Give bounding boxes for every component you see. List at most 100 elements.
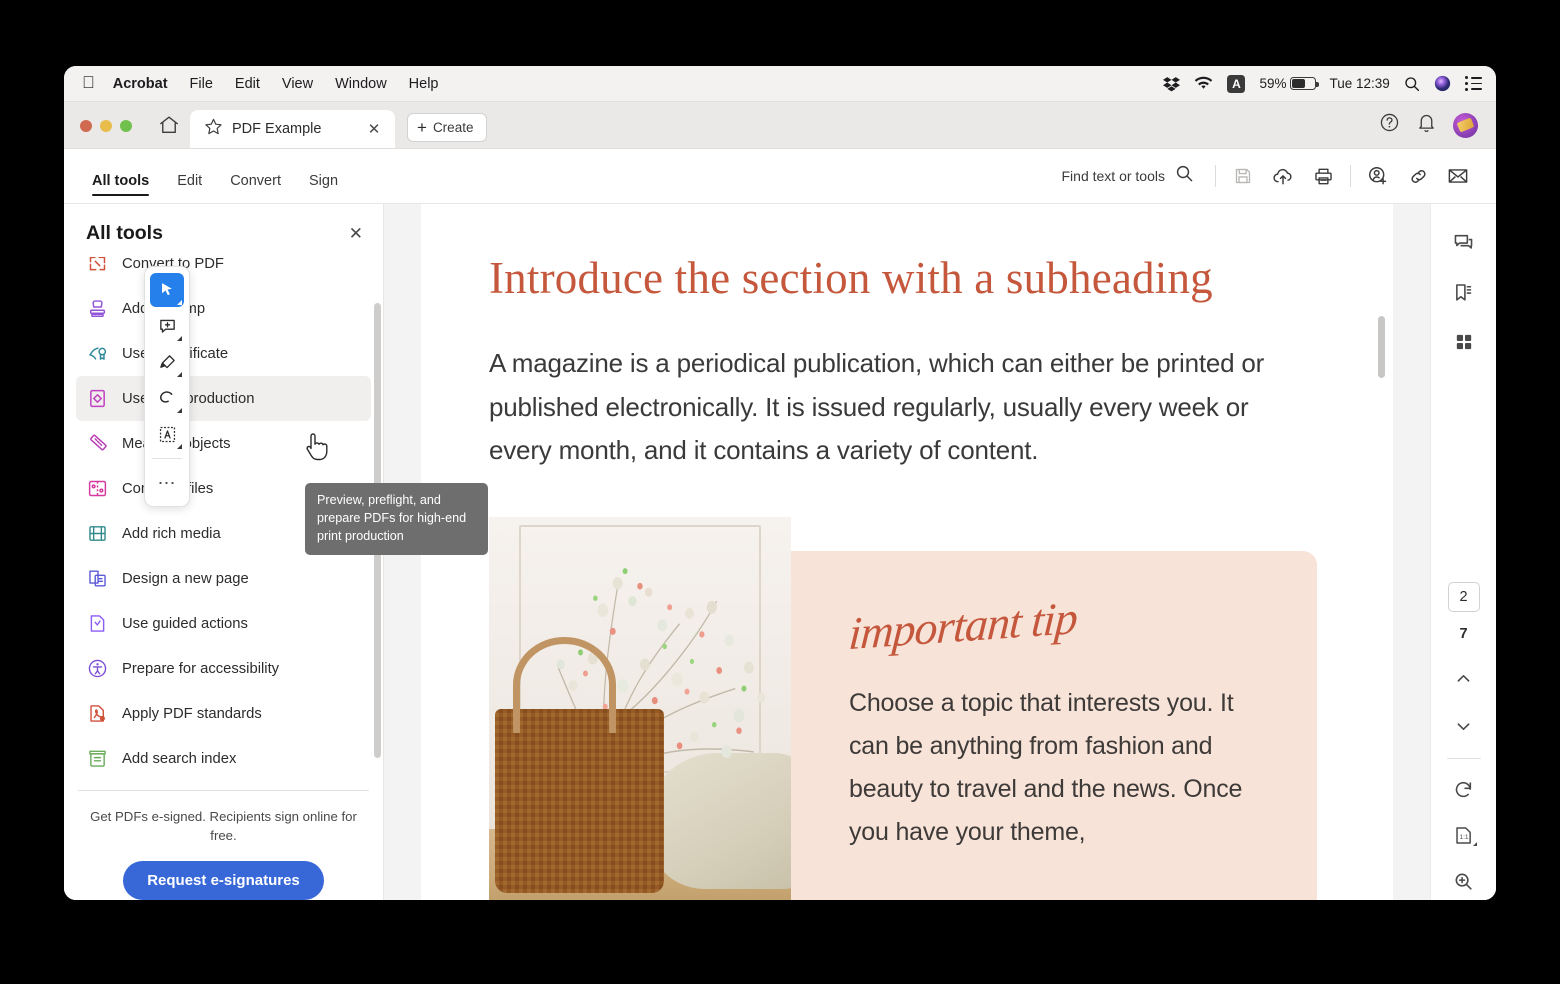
find-text-or-tools[interactable]: Find text or tools	[1062, 164, 1195, 188]
battery-status[interactable]: 59%	[1259, 76, 1319, 91]
more-tools-button[interactable]: ⋯	[150, 466, 184, 500]
home-icon[interactable]	[154, 111, 184, 139]
fit-page-icon[interactable]: 1:1	[1444, 815, 1484, 855]
zoom-in-icon[interactable]	[1444, 861, 1484, 900]
menu-app-name[interactable]: Acrobat	[113, 76, 168, 92]
important-tip-card: important tip Choose a topic that intere…	[791, 551, 1317, 900]
input-source-icon[interactable]: A	[1227, 74, 1246, 93]
highlight-tool-button[interactable]	[150, 345, 184, 379]
current-page-input[interactable]: 2	[1447, 582, 1480, 612]
sidebar-header: All tools ✕	[64, 204, 383, 255]
link-icon[interactable]	[1398, 159, 1438, 193]
stamp-icon	[86, 298, 108, 320]
tool-item-design-a-new-page[interactable]: Design a new page	[76, 556, 371, 601]
save-icon[interactable]	[1223, 159, 1263, 193]
tool-item-apply-pdf-standards[interactable]: Apply PDF standards	[76, 691, 371, 736]
ruler-icon	[86, 433, 108, 455]
rotate-icon[interactable]	[1444, 769, 1484, 809]
chevron-down-icon[interactable]	[1444, 706, 1484, 746]
star-icon[interactable]	[204, 117, 223, 141]
select-tool-button[interactable]	[150, 273, 184, 307]
minimize-window-button[interactable]	[100, 120, 112, 132]
comments-panel-icon[interactable]	[1444, 222, 1484, 262]
add-person-icon[interactable]	[1358, 159, 1398, 193]
tool-item-use-print-production[interactable]: Use print production	[76, 376, 371, 421]
notification-bell-icon[interactable]	[1416, 112, 1437, 138]
wifi-icon[interactable]	[1194, 76, 1213, 91]
edit-text-region-button[interactable]	[150, 417, 184, 451]
thumbnails-panel-icon[interactable]	[1444, 322, 1484, 362]
siri-icon[interactable]	[1434, 75, 1451, 92]
tab-sign[interactable]: Sign	[297, 173, 350, 203]
panel-toggles	[1444, 204, 1484, 362]
cloud-upload-icon[interactable]	[1263, 159, 1303, 193]
tool-item-use-guided-actions[interactable]: Use guided actions	[76, 601, 371, 646]
quick-tools-divider	[152, 458, 182, 459]
tool-label: Prepare for accessibility	[122, 660, 280, 677]
chevron-up-icon[interactable]	[1444, 658, 1484, 698]
create-button[interactable]: + Create	[407, 113, 488, 142]
tool-label: Add rich media	[122, 525, 221, 542]
pdf-viewer[interactable]: Introduce the section with a subheading …	[384, 204, 1430, 900]
document-tab-title: PDF Example	[232, 121, 322, 137]
menu-file[interactable]: File	[190, 76, 213, 92]
spotlight-search-icon[interactable]	[1404, 76, 1420, 92]
tool-item-convert-to-pdf[interactable]: Convert to PDF	[76, 257, 371, 286]
menu-window[interactable]: Window	[335, 76, 387, 92]
esign-promo: Get PDFs e-signed. Recipients sign onlin…	[64, 791, 383, 900]
dropbox-icon[interactable]	[1163, 75, 1181, 92]
close-sidebar-button[interactable]: ✕	[349, 225, 363, 242]
close-window-button[interactable]	[80, 120, 92, 132]
chevron-down-icon	[177, 408, 182, 413]
help-icon[interactable]	[1379, 112, 1400, 138]
find-label: Find text or tools	[1061, 168, 1166, 184]
print-icon[interactable]	[1303, 159, 1343, 193]
menu-view[interactable]: View	[282, 76, 313, 92]
toolbar-tabs: All tools Edit Convert Sign	[64, 149, 350, 203]
document-tab[interactable]: PDF Example ✕	[190, 110, 395, 148]
pdf-standards-icon	[86, 703, 108, 725]
battery-percent-label: 59%	[1259, 76, 1287, 91]
tab-bar-right-controls	[1379, 112, 1496, 148]
tab-all-tools[interactable]: All tools	[80, 173, 161, 203]
email-icon[interactable]	[1438, 159, 1478, 193]
apple-logo-icon[interactable]: 	[82, 74, 95, 91]
tool-label: Apply PDF standards	[122, 705, 262, 722]
tool-item-prepare-for-accessibility[interactable]: Prepare for accessibility	[76, 646, 371, 691]
important-tip-title: important tip	[847, 591, 1079, 660]
draw-tool-button[interactable]	[150, 381, 184, 415]
dried-flowers-basket-photo	[489, 517, 791, 900]
tool-item-add-search-index[interactable]: Add search index	[76, 736, 371, 781]
plus-icon: +	[417, 118, 427, 137]
tab-convert[interactable]: Convert	[218, 173, 293, 203]
menu-clock[interactable]: Tue 12:39	[1330, 76, 1390, 91]
comment-tool-button[interactable]	[150, 309, 184, 343]
chevron-down-icon	[177, 300, 182, 305]
svg-text:1:1: 1:1	[1459, 834, 1468, 841]
control-center-icon[interactable]	[1464, 76, 1482, 91]
important-tip-body: Choose a topic that interests you. It ca…	[849, 689, 1243, 847]
menu-help[interactable]: Help	[409, 76, 439, 92]
window-traffic-lights	[64, 120, 132, 148]
document-scrollbar[interactable]	[1377, 204, 1385, 900]
menu-edit[interactable]: Edit	[235, 76, 260, 92]
bookmarks-panel-icon[interactable]	[1444, 272, 1484, 312]
document-scrollbar-thumb[interactable]	[1378, 316, 1385, 378]
maximize-window-button[interactable]	[120, 120, 132, 132]
search-index-icon	[86, 748, 108, 770]
pdf-page: Introduce the section with a subheading …	[421, 204, 1393, 900]
main-content: All tools ✕ Convert to PDF Add Use certi…	[64, 204, 1496, 900]
tool-item-add-a-stamp[interactable]: Add a stamp	[76, 286, 371, 331]
document-quick-tools: ⋯	[144, 266, 190, 507]
convert-to-pdf-icon	[86, 257, 108, 275]
acrobat-toolbar: All tools Edit Convert Sign Find text or…	[64, 149, 1496, 204]
accessibility-icon	[86, 658, 108, 680]
right-side-rail: 2 7 1:1	[1430, 204, 1496, 900]
request-esignatures-button[interactable]: Request e-signatures	[123, 861, 324, 900]
tool-item-use-a-certificate[interactable]: Use a certificate	[76, 331, 371, 376]
search-icon[interactable]	[1175, 164, 1194, 188]
tab-edit[interactable]: Edit	[165, 173, 214, 203]
tooltip-text: Preview, preflight, and prepare PDFs for…	[317, 493, 467, 543]
close-tab-button[interactable]: ✕	[365, 120, 383, 138]
user-avatar[interactable]	[1453, 112, 1478, 138]
